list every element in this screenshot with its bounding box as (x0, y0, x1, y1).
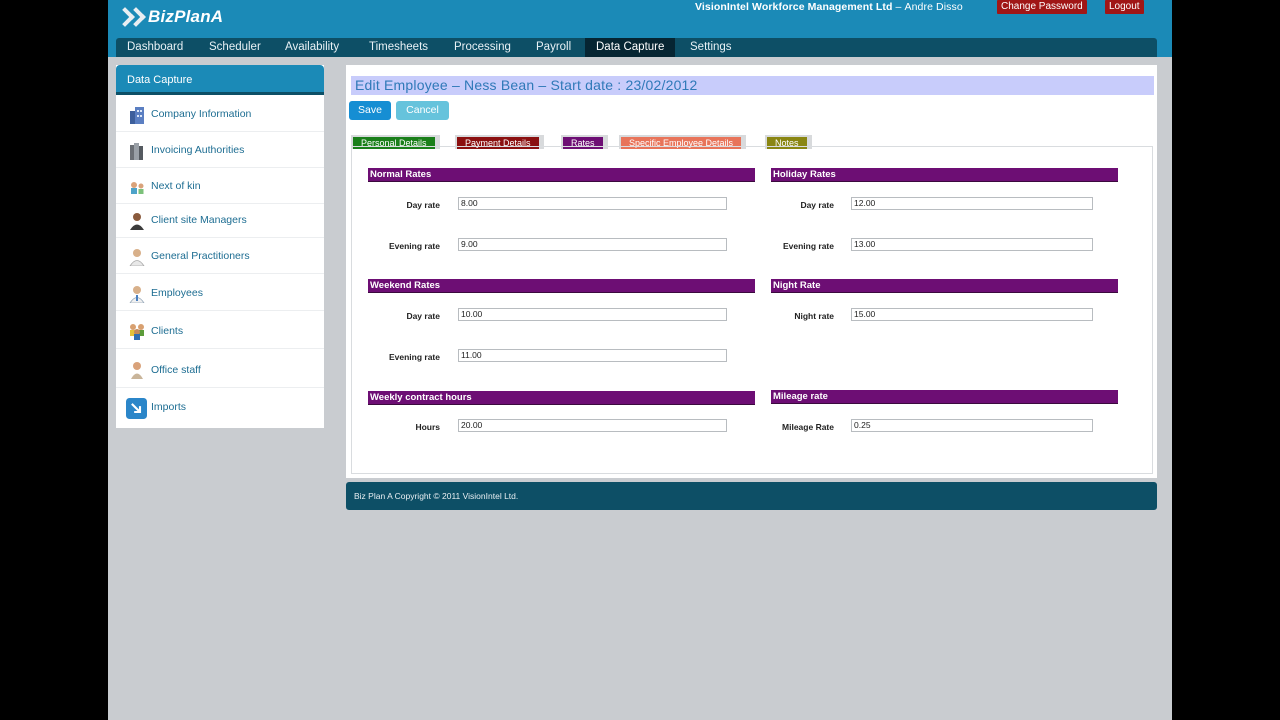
weekend-day-rate-input[interactable] (458, 308, 727, 321)
sidebar-item-company-information[interactable]: Company Information (116, 96, 324, 132)
office-staff-icon (131, 362, 143, 379)
sidebar-item-client-site-managers[interactable]: Client site Managers (116, 202, 324, 238)
sidebar-item-clients[interactable]: Clients (116, 313, 324, 349)
logo[interactable]: BizPlanA (115, 4, 224, 30)
nav-data-capture[interactable]: Data Capture (585, 38, 676, 57)
weekly-contract-hours-header: Weekly contract hours (368, 391, 755, 405)
main-nav: Dashboard Scheduler Availability Timeshe… (116, 38, 1157, 57)
manager-icon (130, 213, 144, 230)
weekend-day-rate-label: Day rate (406, 311, 440, 321)
doctor-icon (129, 249, 145, 266)
family-icon (131, 182, 144, 194)
building-icon (130, 107, 144, 124)
sidebar-title: Data Capture (116, 65, 324, 95)
sidebar-item-label: Next of kin (151, 180, 201, 192)
mileage-rate-header: Mileage rate (771, 390, 1118, 404)
separator: – (895, 1, 902, 13)
group-icon (130, 324, 144, 340)
normal-rates-header: Normal Rates (368, 168, 755, 182)
holiday-day-rate-input[interactable] (851, 197, 1093, 210)
holiday-rates-header: Holiday Rates (771, 168, 1118, 182)
sidebar-item-label: Client site Managers (151, 214, 247, 226)
holiday-evening-rate-label: Evening rate (782, 241, 834, 251)
save-button[interactable]: Save (349, 101, 391, 120)
nav-dashboard[interactable]: Dashboard (116, 38, 194, 57)
cancel-button[interactable]: Cancel (396, 101, 449, 120)
sidebar-item-employees[interactable]: Employees (116, 275, 324, 311)
sidebar-item-label: Company Information (151, 108, 252, 120)
weekend-evening-rate-label: Evening rate (388, 352, 440, 362)
night-rate-header: Night Rate (771, 279, 1118, 293)
night-rate-label: Night rate (794, 311, 834, 321)
sidebar-item-general-practitioners[interactable]: General Practitioners (116, 238, 324, 274)
rates-panel: Normal Rates Day rate Evening rate Holid… (351, 146, 1153, 474)
logo-chevron-icon (126, 7, 146, 27)
holiday-day-rate-label: Day rate (800, 200, 834, 210)
nav-settings[interactable]: Settings (679, 38, 743, 57)
sidebar-item-imports[interactable]: Imports (116, 389, 324, 425)
sidebar-item-label: Office staff (151, 364, 201, 376)
hours-input[interactable] (458, 419, 727, 432)
night-rate-input[interactable] (851, 308, 1093, 321)
page-title: Edit Employee – Ness Bean – Start date :… (351, 76, 1154, 95)
mileage-rate-input[interactable] (851, 419, 1093, 432)
sidebar-item-label: Employees (151, 287, 203, 299)
normal-evening-rate-input[interactable] (458, 238, 727, 251)
sidebar-item-next-of-kin[interactable]: Next of kin (116, 168, 324, 204)
import-icon (126, 398, 147, 419)
sidebar-item-label: Clients (151, 325, 184, 337)
top-bar: BizPlanA VisionIntel Workforce Managemen… (108, 0, 1172, 57)
sidebar-item-label: Invoicing Authorities (151, 144, 245, 156)
footer: Biz Plan A Copyright © 2011 VisionIntel … (346, 482, 1157, 510)
normal-day-rate-input[interactable] (458, 197, 727, 210)
company-name: VisionIntel Workforce Management Ltd (695, 1, 893, 13)
nav-timesheets[interactable]: Timesheets (358, 38, 439, 57)
normal-evening-rate-label: Evening rate (388, 241, 440, 251)
sidebar-item-invoicing-authorities[interactable]: Invoicing Authorities (116, 132, 324, 168)
app-window: BizPlanA VisionIntel Workforce Managemen… (108, 0, 1172, 720)
weekend-rates-header: Weekend Rates (368, 279, 755, 293)
normal-day-rate-label: Day rate (406, 200, 440, 210)
mileage-rate-label: Mileage Rate (782, 422, 834, 432)
weekend-evening-rate-input[interactable] (458, 349, 727, 362)
nav-processing[interactable]: Processing (443, 38, 522, 57)
logout-button[interactable]: Logout (1105, 0, 1144, 14)
sidebar-item-label: Imports (151, 401, 187, 413)
holiday-evening-rate-input[interactable] (851, 238, 1093, 251)
books-icon (130, 143, 143, 160)
main-content: Edit Employee – Ness Bean – Start date :… (346, 65, 1157, 478)
sidebar: Data Capture Company Information Invoici… (116, 65, 324, 428)
company-user-info: VisionIntel Workforce Management Ltd – A… (695, 1, 963, 13)
change-password-button[interactable]: Change Password (997, 0, 1087, 14)
nav-payroll[interactable]: Payroll (525, 38, 582, 57)
logo-text: BizPlanA (148, 7, 224, 26)
sidebar-item-label: General Practitioners (151, 250, 250, 262)
nav-scheduler[interactable]: Scheduler (198, 38, 272, 57)
nav-availability[interactable]: Availability (274, 38, 350, 57)
employee-icon (129, 286, 145, 303)
hours-label: Hours (415, 422, 440, 432)
sidebar-item-office-staff[interactable]: Office staff (116, 352, 324, 388)
user-name: Andre Disso (904, 1, 963, 13)
